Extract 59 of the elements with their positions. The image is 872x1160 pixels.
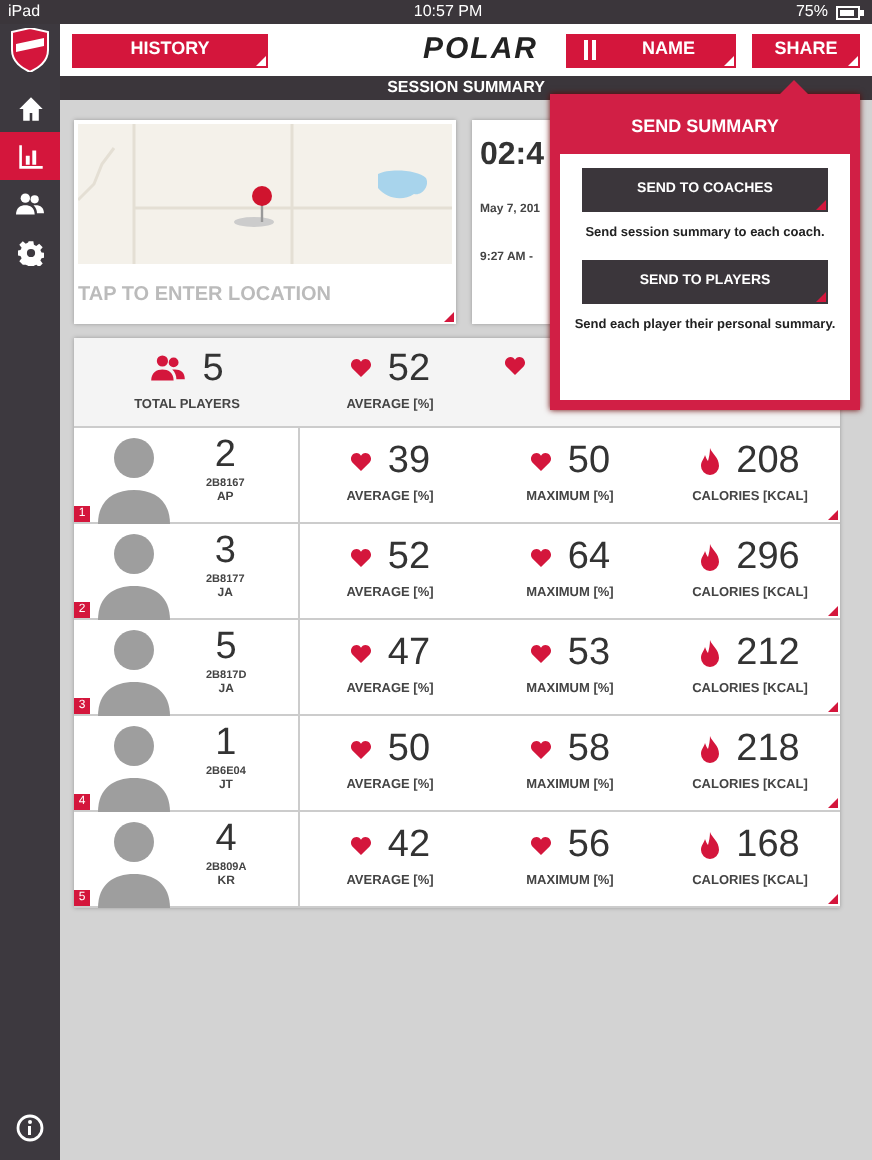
heart-icon (529, 739, 552, 760)
page-title: SESSION SUMMARY (60, 76, 872, 100)
flame-icon (700, 543, 721, 572)
total-players-value: 5 (202, 349, 224, 388)
heart-icon (349, 358, 372, 379)
people-icon (16, 192, 44, 216)
stat-value: 52 (387, 538, 431, 577)
share-button[interactable]: SHARE (752, 33, 860, 67)
stat-value: 64 (567, 538, 611, 577)
player-number: 5 (215, 628, 237, 666)
stat-value: 58 (567, 730, 611, 769)
home-icon (17, 95, 43, 121)
player-number: 3 (214, 532, 236, 570)
battery-level: 75% (795, 0, 828, 24)
logo-icon (10, 28, 50, 72)
player-number: 1 (215, 724, 237, 762)
flame-icon (700, 447, 721, 476)
stat-value: 39 (387, 442, 431, 481)
heart-icon (529, 643, 552, 664)
history-button[interactable]: HISTORY (72, 33, 268, 67)
flame-icon (700, 735, 721, 764)
heart-icon (529, 547, 552, 568)
popover-title: SEND SUMMARY (631, 116, 779, 136)
stat-value: 50 (387, 730, 431, 769)
heart-icon (349, 835, 372, 856)
settings-icon (17, 239, 43, 265)
flame-icon (700, 831, 721, 860)
device-label: iPad (8, 0, 41, 24)
stat-value: 50 (567, 442, 611, 481)
info-icon[interactable] (16, 1113, 44, 1142)
stat-value: 53 (567, 634, 611, 673)
heart-icon (349, 547, 372, 568)
heart-icon (349, 739, 372, 760)
stat-value: 208 (736, 442, 800, 481)
battery-icon (836, 5, 864, 19)
stat-value: 42 (387, 826, 431, 865)
chart-icon (17, 143, 43, 169)
average-value: 52 (387, 349, 431, 388)
heart-icon (529, 451, 552, 472)
people-icon (150, 354, 187, 383)
player-number: 2 (214, 436, 236, 474)
heart-icon (529, 835, 552, 856)
stat-value: 56 (567, 826, 611, 865)
sidebar-item[interactable] (0, 132, 60, 180)
stat-value: 218 (736, 730, 800, 769)
heart-icon (349, 643, 372, 664)
sort-button[interactable]: NAME (566, 33, 736, 67)
player-number: 4 (215, 820, 237, 858)
brand-logo: POLAR (423, 29, 538, 70)
clock: 10:57 PM (413, 0, 483, 24)
flame-icon (700, 639, 721, 668)
stat-value: 47 (387, 634, 431, 673)
stat-value: 212 (736, 634, 800, 673)
heart-icon (349, 451, 372, 472)
heart-icon (504, 356, 526, 376)
stat-value: 168 (736, 826, 800, 865)
sort-icon (582, 40, 598, 60)
stat-value: 296 (736, 538, 800, 577)
duration-value: 02:4 (480, 140, 545, 172)
